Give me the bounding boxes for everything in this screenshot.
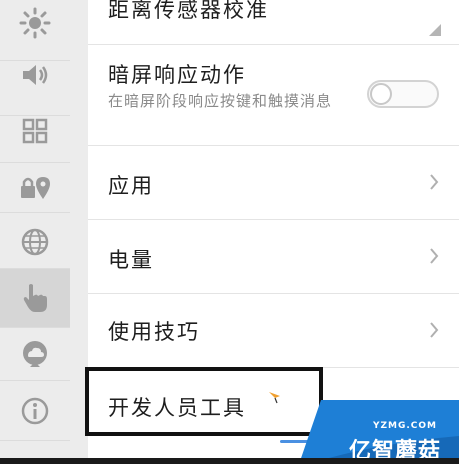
- setting-dark-screen-response[interactable]: 暗屏响应动作 在暗屏阶段响应按键和触摸消息: [88, 45, 459, 145]
- chevron-right-icon: [430, 322, 439, 338]
- setting-proximity-calibration[interactable]: 距离传感器校准: [88, 0, 459, 45]
- setting-title: 暗屏响应动作: [108, 63, 246, 87]
- toggle-knob: [370, 83, 392, 105]
- setting-title: 使用技巧: [108, 320, 200, 344]
- setting-title: 电量: [108, 248, 154, 272]
- setting-apps[interactable]: 应用: [88, 146, 459, 219]
- setting-tips[interactable]: 使用技巧: [88, 294, 459, 367]
- rail-item-about[interactable]: [0, 374, 70, 448]
- setting-subtitle: 在暗屏阶段响应按键和触摸消息: [108, 92, 333, 110]
- chevron-right-icon: [430, 248, 439, 264]
- dark-screen-toggle[interactable]: [367, 80, 439, 108]
- icon-rail: [0, 0, 70, 464]
- brightness-icon: [19, 7, 51, 39]
- watermark-url: YZMG.COM: [372, 421, 437, 431]
- setting-title: 距离传感器校准: [108, 0, 269, 22]
- lock-location-icon: [21, 177, 50, 199]
- setting-title: 应用: [108, 174, 154, 198]
- dropdown-triangle-icon: [429, 24, 441, 36]
- setting-battery[interactable]: 电量: [88, 220, 459, 293]
- globe-icon: [21, 228, 49, 256]
- info-icon: [21, 397, 49, 425]
- hand-pointer-icon: [23, 284, 47, 312]
- bottom-bar: [0, 458, 459, 464]
- grid-icon: [22, 118, 48, 144]
- cloud-sync-icon: [23, 341, 47, 367]
- volume-icon: [23, 65, 48, 85]
- chevron-right-icon: [430, 174, 439, 190]
- highlight-frame: [85, 367, 323, 436]
